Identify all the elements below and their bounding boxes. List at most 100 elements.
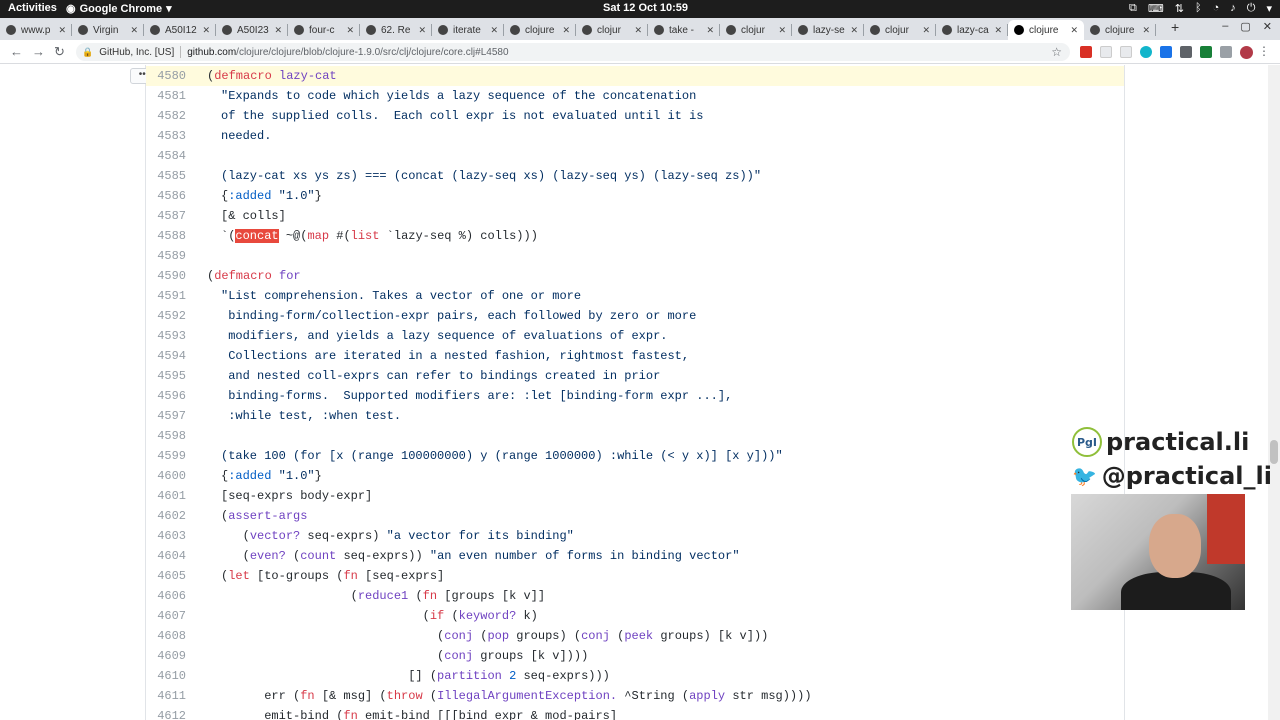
line-number[interactable]: 4601: [146, 486, 186, 506]
browser-tab[interactable]: clojure ✕: [504, 20, 576, 40]
line-number[interactable]: 4586: [146, 186, 186, 206]
power-icon[interactable]: ⏻: [1247, 2, 1256, 15]
browser-tab[interactable]: clojure ✕: [1008, 20, 1084, 40]
tab-close-icon[interactable]: ✕: [1070, 25, 1078, 36]
line-number[interactable]: 4609: [146, 646, 186, 666]
extension-icon[interactable]: [1160, 46, 1172, 58]
line-number[interactable]: 4588: [146, 226, 186, 246]
maximize-icon[interactable]: ▢: [1240, 20, 1250, 33]
line-number[interactable]: 4600: [146, 466, 186, 486]
line-number[interactable]: 4591: [146, 286, 186, 306]
line-number[interactable]: 4590: [146, 266, 186, 286]
line-number[interactable]: 4592: [146, 306, 186, 326]
site-identity[interactable]: GitHub, Inc. [US]: [99, 47, 174, 58]
line-number[interactable]: 4595: [146, 366, 186, 386]
line-number[interactable]: 4602: [146, 506, 186, 526]
line-number[interactable]: 4584: [146, 146, 186, 166]
tab-close-icon[interactable]: ✕: [346, 25, 354, 36]
browser-tab[interactable]: clojure ✕: [1084, 20, 1156, 40]
tab-close-icon[interactable]: ✕: [562, 25, 570, 36]
tab-close-icon[interactable]: ✕: [850, 25, 858, 36]
browser-tab[interactable]: A50I12 ✕: [144, 20, 216, 40]
profile-avatar[interactable]: [1240, 46, 1253, 59]
clock[interactable]: Sat 12 Oct 10:59: [603, 2, 688, 14]
app-menu[interactable]: ◉ Google Chrome ▾: [66, 2, 172, 16]
system-tray[interactable]: ⧉ ⌨ ⇅ ᛒ ◔ ♪ ⏻ ▾: [1129, 2, 1272, 15]
line-number[interactable]: 4596: [146, 386, 186, 406]
tab-close-icon[interactable]: ✕: [994, 25, 1002, 36]
line-number[interactable]: 4589: [146, 246, 186, 266]
tab-close-icon[interactable]: ✕: [202, 25, 210, 36]
browser-tab[interactable]: lazy-se ✕: [792, 20, 864, 40]
volume-icon[interactable]: ♪: [1230, 2, 1236, 15]
extension-icon[interactable]: [1180, 46, 1192, 58]
browser-tab[interactable]: clojur ✕: [576, 20, 648, 40]
tab-close-icon[interactable]: ✕: [490, 25, 498, 36]
tab-close-icon[interactable]: ✕: [706, 25, 714, 36]
chevron-down-icon[interactable]: ▾: [1266, 2, 1272, 15]
browser-tab[interactable]: Virgin ✕: [72, 20, 144, 40]
bookmark-star-icon[interactable]: ☆: [1051, 45, 1062, 59]
wifi-icon[interactable]: ◔: [1213, 2, 1220, 15]
browser-tab[interactable]: lazy-ca ✕: [936, 20, 1008, 40]
line-number[interactable]: 4607: [146, 606, 186, 626]
tab-close-icon[interactable]: ✕: [418, 25, 426, 36]
browser-tab[interactable]: www.p ✕: [0, 20, 72, 40]
extension-icon[interactable]: [1220, 46, 1232, 58]
browser-tab[interactable]: take - ✕: [648, 20, 720, 40]
line-number[interactable]: 4582: [146, 106, 186, 126]
close-icon[interactable]: ✕: [1263, 20, 1272, 33]
line-number[interactable]: 4604: [146, 546, 186, 566]
network-icon[interactable]: ⇅: [1175, 2, 1184, 15]
extension-icon[interactable]: [1080, 46, 1092, 58]
browser-tab[interactable]: 62. Re ✕: [360, 20, 432, 40]
browser-menu-icon[interactable]: ⋮: [1258, 44, 1270, 58]
line-number[interactable]: 4605: [146, 566, 186, 586]
line-number[interactable]: 4598: [146, 426, 186, 446]
forward-icon[interactable]: →: [32, 44, 45, 59]
tab-close-icon[interactable]: ✕: [634, 25, 642, 36]
bluetooth-icon[interactable]: ᛒ: [1195, 2, 1202, 15]
line-number[interactable]: 4611: [146, 686, 186, 706]
line-number[interactable]: 4580: [146, 66, 186, 86]
extension-icon[interactable]: [1120, 46, 1132, 58]
line-number[interactable]: 4594: [146, 346, 186, 366]
tab-close-icon[interactable]: ✕: [922, 25, 930, 36]
line-number[interactable]: 4608: [146, 626, 186, 646]
back-icon[interactable]: ←: [10, 44, 23, 59]
line-number[interactable]: 4606: [146, 586, 186, 606]
reload-icon[interactable]: ↻: [54, 44, 65, 60]
lock-icon[interactable]: 🔒: [82, 47, 93, 58]
scrollbar[interactable]: [1268, 65, 1280, 720]
activities-button[interactable]: Activities: [8, 2, 57, 14]
line-number[interactable]: 4603: [146, 526, 186, 546]
line-number[interactable]: 4612: [146, 706, 186, 720]
tab-close-icon[interactable]: ✕: [778, 25, 786, 36]
line-number[interactable]: 4597: [146, 406, 186, 426]
line-number[interactable]: 4610: [146, 666, 186, 686]
line-number[interactable]: 4593: [146, 326, 186, 346]
line-number[interactable]: 4583: [146, 126, 186, 146]
tab-close-icon[interactable]: ✕: [130, 25, 138, 36]
minimize-icon[interactable]: –: [1222, 20, 1228, 33]
extension-icon[interactable]: [1140, 46, 1152, 58]
browser-tab[interactable]: iterate ✕: [432, 20, 504, 40]
address-bar[interactable]: 🔒 GitHub, Inc. [US] github.com/clojure/c…: [76, 43, 1070, 61]
extension-icon[interactable]: [1200, 46, 1212, 58]
tab-close-icon[interactable]: ✕: [274, 25, 282, 36]
screenshot-icon[interactable]: ⧉: [1129, 2, 1137, 15]
line-number[interactable]: 4587: [146, 206, 186, 226]
keyboard-icon[interactable]: ⌨: [1148, 2, 1164, 15]
code-token: :added: [228, 469, 272, 483]
extension-icon[interactable]: [1100, 46, 1112, 58]
tab-close-icon[interactable]: ✕: [1142, 25, 1150, 36]
new-tab-button[interactable]: +: [1171, 19, 1179, 35]
line-number[interactable]: 4581: [146, 86, 186, 106]
browser-tab[interactable]: clojur ✕: [864, 20, 936, 40]
line-number[interactable]: 4599: [146, 446, 186, 466]
browser-tab[interactable]: four-c ✕: [288, 20, 360, 40]
browser-tab[interactable]: clojur ✕: [720, 20, 792, 40]
tab-close-icon[interactable]: ✕: [58, 25, 66, 36]
browser-tab[interactable]: A50I23 ✕: [216, 20, 288, 40]
line-number[interactable]: 4585: [146, 166, 186, 186]
